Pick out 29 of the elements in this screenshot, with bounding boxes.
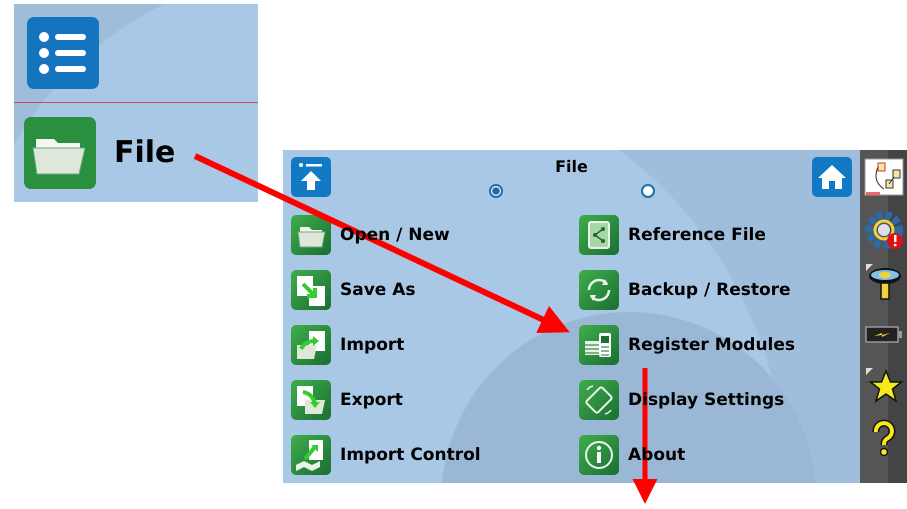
rotate-screen-icon[interactable] bbox=[579, 380, 619, 420]
info-icon[interactable] bbox=[579, 434, 619, 474]
gear-warning-icon[interactable] bbox=[864, 210, 904, 250]
file-menu-label[interactable]: File bbox=[114, 135, 176, 170]
phone-icon[interactable] bbox=[579, 324, 619, 364]
menu-item-label[interactable]: Import bbox=[340, 334, 404, 354]
screen-title: File bbox=[555, 157, 588, 176]
menu-item-label[interactable]: Save As bbox=[340, 280, 416, 300]
page-indicator-dot[interactable] bbox=[640, 184, 654, 198]
home-icon[interactable] bbox=[812, 157, 852, 197]
folder-icon[interactable] bbox=[24, 116, 96, 188]
menu-item-label[interactable]: Import Control bbox=[340, 444, 481, 464]
map-import-icon[interactable] bbox=[291, 434, 331, 474]
gnss-antenna-icon[interactable] bbox=[864, 262, 904, 302]
sync-icon[interactable] bbox=[579, 270, 619, 310]
menu-item-label[interactable]: Backup / Restore bbox=[628, 280, 791, 300]
book-icon[interactable] bbox=[579, 214, 619, 254]
menu-item-label[interactable]: Export bbox=[340, 390, 403, 410]
up-level-icon[interactable] bbox=[291, 157, 331, 197]
list-menu-icon[interactable] bbox=[27, 17, 99, 89]
route-map-icon[interactable] bbox=[864, 158, 904, 198]
folder-icon[interactable] bbox=[291, 214, 331, 254]
page-indicator-dot[interactable] bbox=[488, 184, 502, 198]
menu-item-label[interactable]: Register Modules bbox=[628, 334, 796, 354]
import-icon[interactable] bbox=[291, 324, 331, 364]
star-icon[interactable] bbox=[864, 366, 904, 406]
save-as-icon[interactable] bbox=[291, 270, 331, 310]
export-icon[interactable] bbox=[291, 380, 331, 420]
menu-item-label[interactable]: Reference File bbox=[628, 224, 766, 244]
